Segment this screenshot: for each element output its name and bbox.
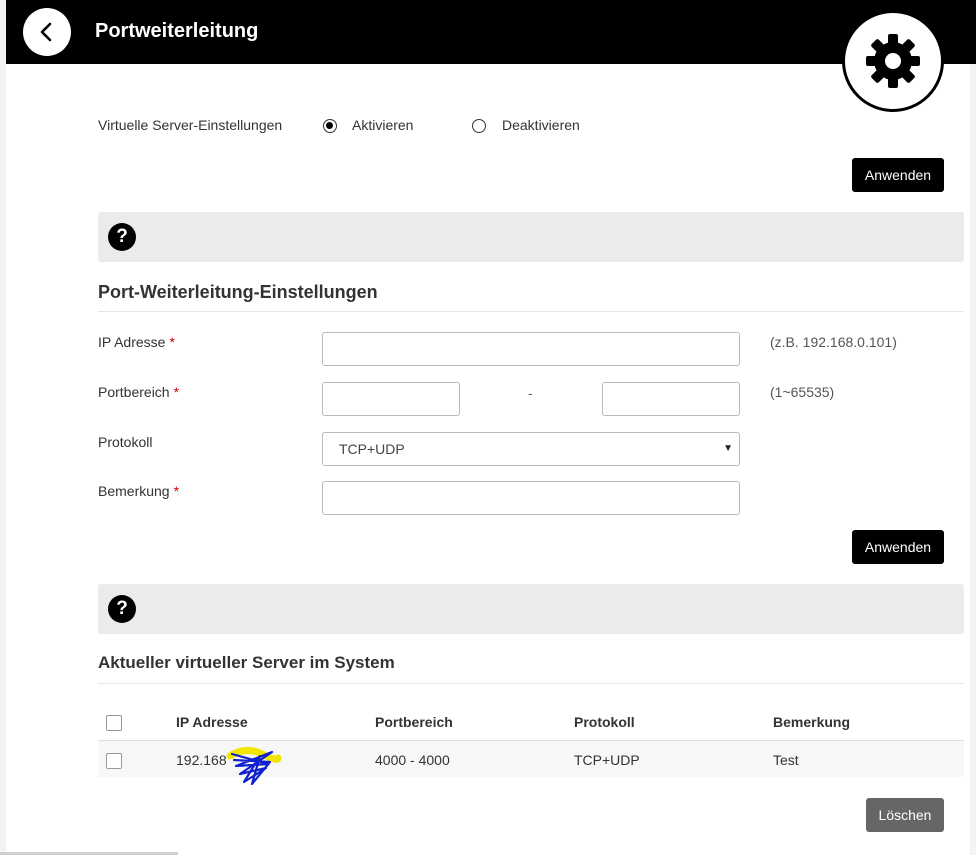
port-to-input[interactable] bbox=[602, 382, 740, 416]
virtual-server-label: Virtuelle Server-Einstellungen bbox=[98, 117, 283, 133]
divider bbox=[98, 683, 964, 684]
radio-activate-label: Aktivieren bbox=[352, 117, 414, 133]
port-label: Portbereich * bbox=[98, 384, 179, 400]
required-marker: * bbox=[173, 483, 180, 499]
port-hint: (1~65535) bbox=[770, 384, 835, 400]
apply-virtual-server-button[interactable]: Anwenden bbox=[852, 158, 944, 192]
ip-label: IP Adresse * bbox=[98, 334, 175, 350]
help-icon[interactable]: ? bbox=[108, 595, 136, 623]
help-icon[interactable]: ? bbox=[108, 223, 136, 251]
port-label-text: Portbereich bbox=[98, 384, 170, 400]
protocol-select[interactable]: TCP+UDP ▼ bbox=[322, 432, 740, 466]
gear-icon bbox=[866, 34, 920, 88]
page-title: Portweiterleitung bbox=[95, 20, 259, 42]
help-bar-current-servers: ? bbox=[98, 584, 964, 634]
delete-button[interactable]: Löschen bbox=[866, 798, 944, 832]
row-protocol: TCP+UDP bbox=[574, 752, 640, 768]
remark-label: Bemerkung * bbox=[98, 483, 179, 499]
redaction-scribble bbox=[226, 747, 282, 786]
remark-label-text: Bemerkung bbox=[98, 483, 170, 499]
remark-input[interactable] bbox=[322, 481, 740, 515]
column-header-ip: IP Adresse bbox=[176, 714, 248, 730]
select-all-checkbox[interactable] bbox=[106, 715, 122, 731]
apply-port-forwarding-button[interactable]: Anwenden bbox=[852, 530, 944, 564]
row-checkbox[interactable] bbox=[106, 753, 122, 769]
port-from-input[interactable] bbox=[322, 382, 460, 416]
required-marker: * bbox=[169, 334, 175, 350]
current-servers-title: Aktueller virtueller Server im System bbox=[98, 653, 395, 672]
row-ports: 4000 - 4000 bbox=[375, 752, 450, 768]
required-marker: * bbox=[173, 384, 180, 400]
radio-deactivate-label: Deaktivieren bbox=[502, 117, 580, 133]
port-forwarding-title: Port-Weiterleitung-Einstellungen bbox=[98, 282, 378, 302]
protocol-select-value: TCP+UDP bbox=[339, 441, 405, 457]
port-separator: - bbox=[528, 385, 533, 401]
ip-hint: (z.B. 192.168.0.101) bbox=[770, 334, 897, 350]
divider bbox=[98, 311, 964, 312]
radio-activate[interactable] bbox=[323, 119, 337, 133]
settings-button[interactable] bbox=[842, 10, 944, 112]
column-header-protocol: Protokoll bbox=[574, 714, 635, 730]
chevron-down-icon: ▼ bbox=[723, 443, 733, 454]
row-remark: Test bbox=[773, 752, 799, 768]
ip-address-input[interactable] bbox=[322, 332, 740, 366]
help-bar-port-forwarding: ? bbox=[98, 212, 964, 262]
back-button[interactable] bbox=[23, 8, 71, 56]
column-header-remark: Bemerkung bbox=[773, 714, 851, 730]
chevron-left-icon bbox=[40, 22, 52, 42]
row-ip: 192.168 bbox=[176, 752, 227, 768]
radio-deactivate[interactable] bbox=[472, 119, 486, 133]
protocol-label: Protokoll bbox=[98, 434, 153, 450]
ip-label-text: IP Adresse bbox=[98, 334, 166, 350]
column-header-ports: Portbereich bbox=[375, 714, 453, 730]
